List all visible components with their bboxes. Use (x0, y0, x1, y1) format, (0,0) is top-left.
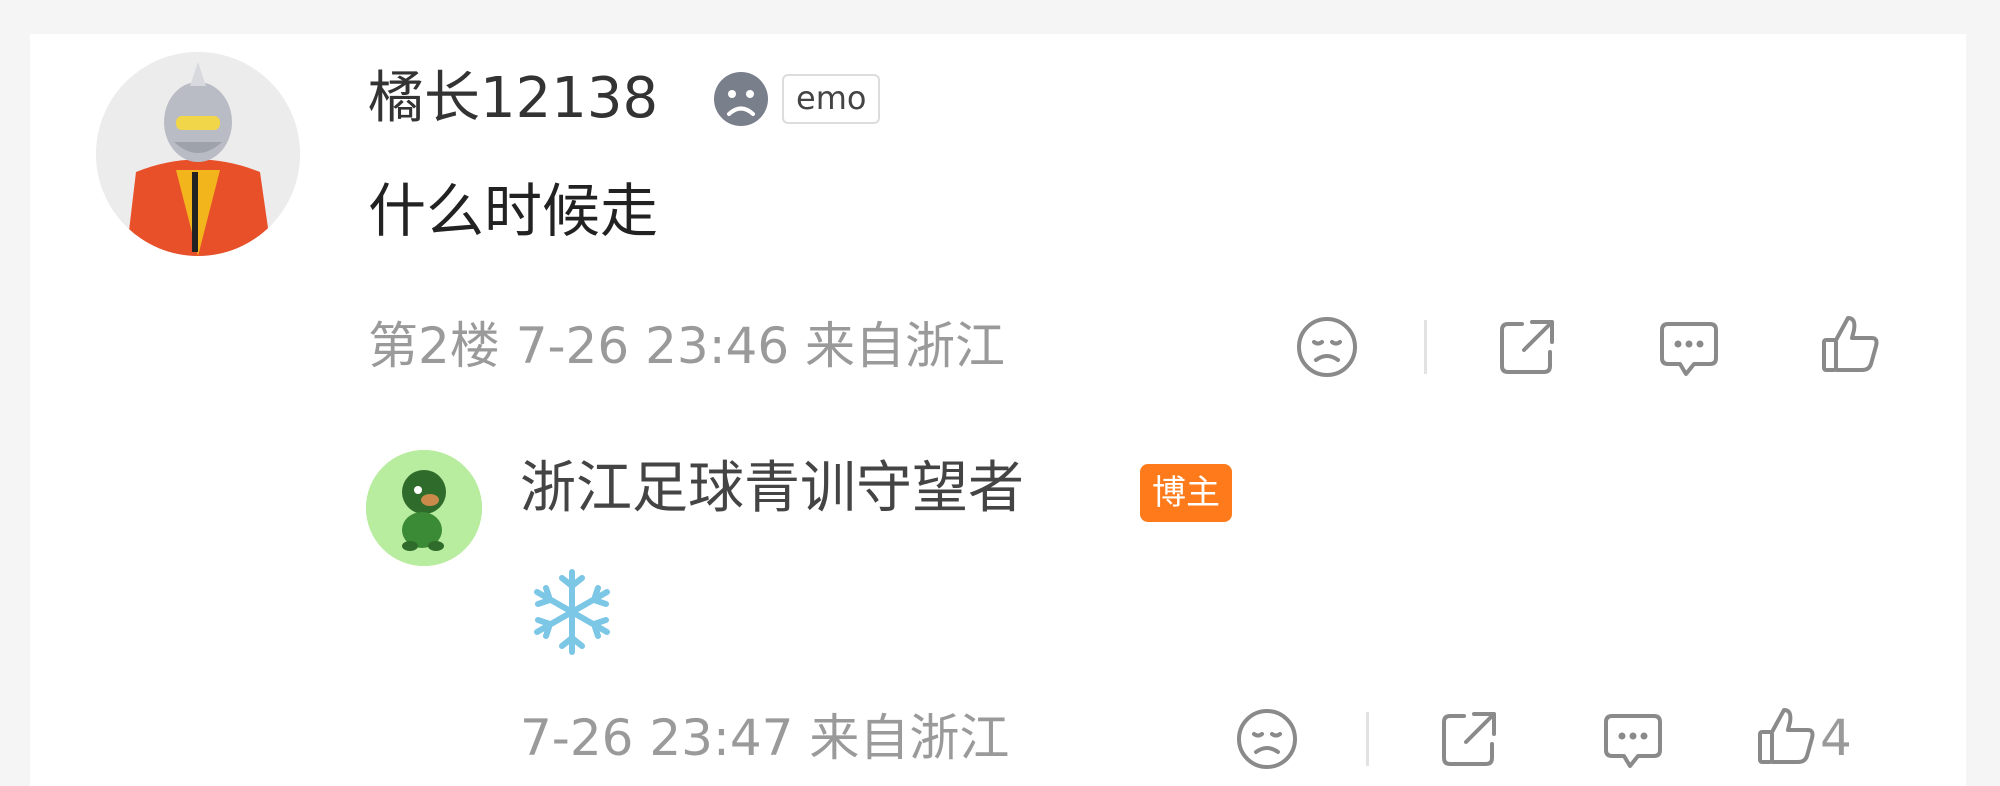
snowflake-emoji (524, 564, 620, 660)
comment-card: 橘长12138 emo 什么时候走 第2楼 7-26 23:46 来自浙江 浙江… (30, 34, 1966, 786)
like-icon[interactable] (1752, 702, 1822, 772)
comment-text: 什么时候走 (368, 177, 659, 245)
sad-face-icon[interactable] (1292, 312, 1362, 382)
action-separator (1366, 712, 1369, 766)
sad-face-icon[interactable] (1232, 704, 1302, 774)
reply-author-name[interactable]: 浙江足球青训守望者 (520, 454, 1024, 524)
comment-icon[interactable] (1654, 312, 1724, 382)
share-icon[interactable] (1492, 312, 1562, 382)
blogger-badge: 博主 (1140, 464, 1232, 522)
like-count: 4 (1820, 709, 1852, 767)
emo-face-icon (712, 70, 770, 128)
reply-meta: 7-26 23:47 来自浙江 (520, 709, 1010, 767)
emo-tag: emo (782, 74, 881, 124)
share-icon[interactable] (1434, 704, 1504, 774)
comment-author-name[interactable]: 橘长12138 (368, 64, 658, 134)
like-icon[interactable] (1816, 310, 1886, 380)
action-separator (1424, 320, 1427, 374)
comment-meta: 第2楼 7-26 23:46 来自浙江 (368, 317, 1006, 375)
avatar[interactable] (96, 52, 300, 256)
reply-avatar[interactable] (366, 450, 482, 566)
comment-icon[interactable] (1598, 704, 1668, 774)
